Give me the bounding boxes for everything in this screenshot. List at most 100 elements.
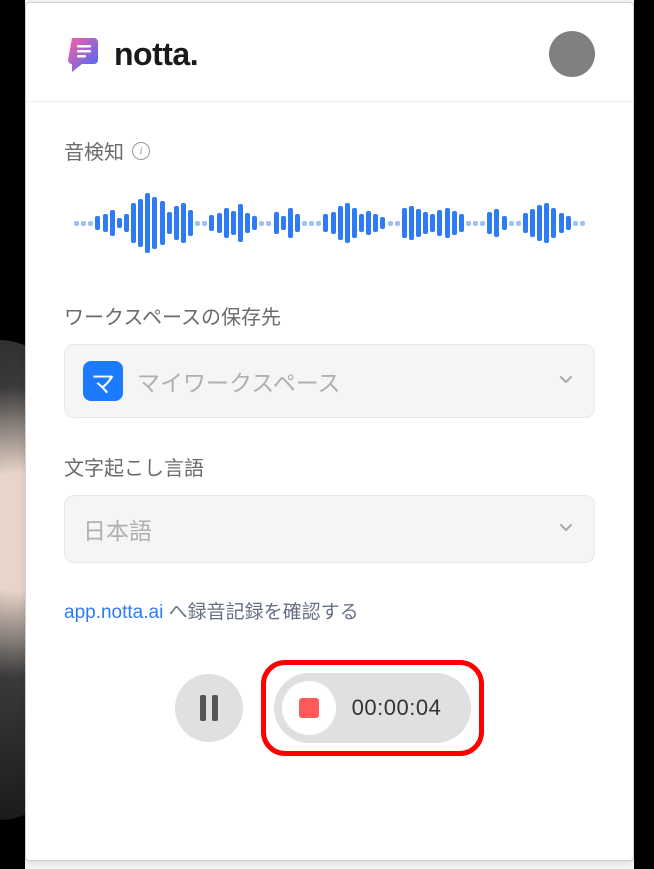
waveform-bar [402,208,407,238]
recording-controls: 00:00:04 [64,660,595,756]
waveform-bar [259,221,264,226]
waveform-bar [217,213,222,233]
recording-link-suffix: へ録音記録を確認する [163,602,358,623]
waveform-bar [430,214,435,232]
waveform-bar [88,221,93,226]
pause-icon [200,695,218,721]
waveform-bar [452,211,457,235]
waveform-bar [110,210,115,236]
waveform-bar [459,214,464,232]
workspace-selected-value: マイワークスペース [137,364,542,398]
waveform-bar [437,210,442,236]
waveform-bar [502,216,507,230]
waveform-bar [551,208,556,238]
waveform-bar [174,206,179,240]
waveform-bar [323,214,328,232]
waveform-bar [81,221,86,226]
workspace-select[interactable]: マ マイワークスペース [64,344,595,418]
audio-waveform [74,183,585,263]
waveform-bar [195,221,200,226]
workspace-badge-icon: マ [83,361,123,401]
waveform-bar [409,206,414,240]
waveform-bar [302,221,307,226]
waveform-bar [338,206,343,240]
waveform-bar [274,212,279,234]
waveform-bar [131,203,136,243]
language-label: 文字起こし言語 [64,452,595,481]
waveform-bar [74,221,79,226]
brand-name: notta. [114,36,198,73]
waveform-bar [573,221,578,226]
waveform-bar [423,212,428,234]
highlight-annotation: 00:00:04 [261,660,485,756]
waveform-bar [181,203,186,243]
stop-recording-button[interactable]: 00:00:04 [274,673,472,743]
audio-detect-label: 音検知 [64,136,124,165]
waveform-bar [473,221,478,226]
background-right-strip [634,0,654,869]
waveform-bar [188,210,193,236]
panel-header: notta. [26,3,633,102]
waveform-bar [494,209,499,237]
waveform-bar [266,221,271,226]
waveform-bar [295,214,300,232]
waveform-bar [167,212,172,234]
waveform-bar [559,213,564,233]
waveform-bar [152,197,157,249]
waveform-bar [288,208,293,238]
waveform-bar [537,205,542,241]
waveform-bar [95,216,100,230]
waveform-bar [509,221,514,226]
waveform-bar [466,221,471,226]
panel-body: 音検知 i ワークスペースの保存先 マ マイワークスペース 文字起こし言語 日本… [26,102,633,860]
recording-history-link[interactable]: app.notta.ai [64,602,163,623]
user-avatar[interactable] [549,31,595,77]
language-selected-value: 日本語 [83,512,542,546]
waveform-bar [445,208,450,238]
waveform-bar [124,214,129,232]
waveform-bar [202,221,207,226]
waveform-bar [117,218,122,228]
waveform-bar [487,212,492,234]
waveform-bar [566,216,571,230]
waveform-bar [580,221,585,226]
waveform-bar [209,215,214,231]
waveform-bar [373,214,378,232]
brand-logo[interactable]: notta. [64,34,198,74]
waveform-bar [530,209,535,237]
waveform-bar [145,193,150,253]
stop-icon [299,698,319,718]
language-select[interactable]: 日本語 [64,495,595,563]
chevron-down-icon [556,369,576,394]
waveform-bar [231,211,236,235]
waveform-bar [309,221,314,226]
waveform-bar [480,221,485,226]
pause-button[interactable] [175,674,243,742]
chevron-down-icon [556,517,576,542]
notta-logo-icon [64,34,104,74]
waveform-bar [281,216,286,230]
stop-icon-circle [282,681,336,735]
waveform-bar [395,221,400,226]
waveform-bar [523,213,528,233]
waveform-bar [516,221,521,226]
waveform-bar [238,204,243,242]
waveform-bar [366,211,371,235]
waveform-bar [416,209,421,237]
workspace-label: ワークスペースの保存先 [64,301,595,330]
recording-link-row: app.notta.ai へ録音記録を確認する [64,597,595,624]
waveform-bar [316,221,321,226]
waveform-bar [380,217,385,229]
waveform-bar [160,201,165,245]
waveform-bar [345,203,350,243]
waveform-bar [252,216,257,230]
waveform-bar [224,208,229,238]
waveform-bar [103,214,108,232]
extension-panel: notta. 音検知 i ワークスペースの保存先 マ マイワークスペース 文字起… [25,2,634,861]
waveform-bar [245,213,250,233]
audio-detect-label-row: 音検知 i [64,136,595,165]
info-icon[interactable]: i [132,142,150,160]
waveform-bar [359,214,364,232]
waveform-bar [138,199,143,247]
waveform-bar [388,221,393,226]
